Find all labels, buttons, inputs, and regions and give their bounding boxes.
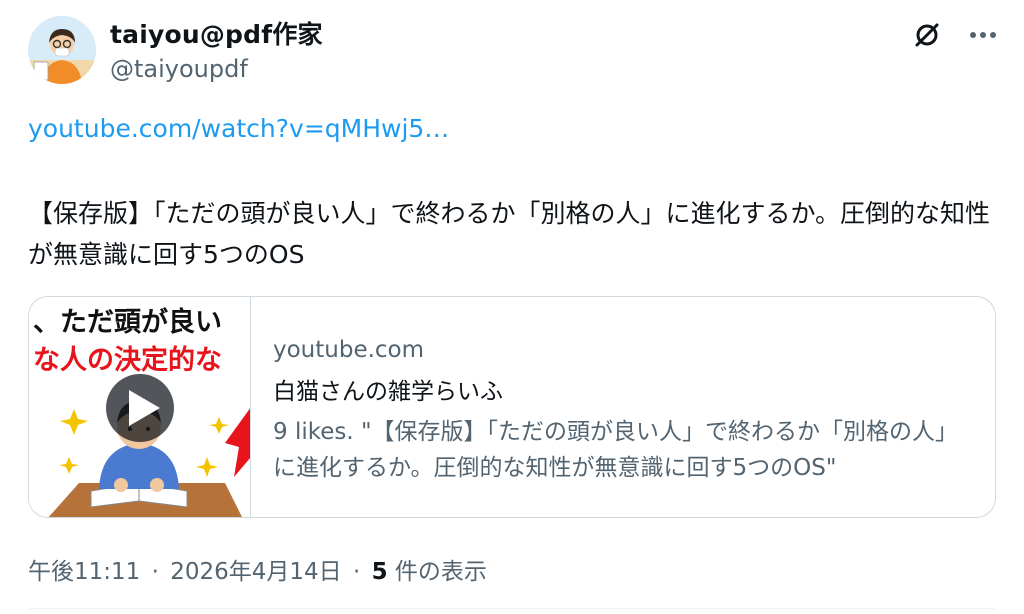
card-info: youtube.com 白猫さんの雑学らいふ 9 likes. "【保存版】「た… — [273, 337, 971, 486]
link-card[interactable]: 、ただ頭が良い な人の決定的な youtube.com 白猫さんの雑学らいふ 9… — [28, 296, 996, 518]
tweet-meta: 午後11:11 · 2026年4月14日 · 5 件の表示 — [28, 552, 487, 586]
display-name[interactable]: taiyou@pdf作家 — [110, 15, 323, 51]
thumbnail-caption-1: 、ただ頭が良い — [33, 306, 222, 338]
tweet: taiyou@pdf作家 @taiyoupdf youtube.com/watc… — [0, 0, 1024, 614]
tweet-text: 【保存版】「ただの頭が良い人」で終わるか「別格の人」に進化するか。圧倒的な知性が… — [28, 199, 991, 269]
thumbnail-caption-2: な人の決定的な — [33, 344, 222, 376]
grok-icon[interactable] — [910, 18, 944, 52]
more-icon[interactable] — [966, 18, 1000, 52]
thumbnail-image: 、ただ頭が良い な人の決定的な — [29, 297, 250, 517]
tweet-actions-top — [910, 18, 1000, 52]
views-label: 件の表示 — [387, 559, 487, 585]
avatar[interactable] — [28, 16, 96, 84]
avatar-illustration — [28, 16, 96, 84]
views-count: 5 — [371, 559, 388, 585]
card-title: 白猫さんの雑学らいふ — [273, 379, 503, 405]
card-thumbnail[interactable]: 、ただ頭が良い な人の決定的な — [29, 297, 251, 517]
tweet-time[interactable]: 午後11:11 — [28, 559, 140, 585]
card-description: 9 likes. "【保存版】「ただの頭が良い人」で終わるか「別格の人」に進化す… — [273, 419, 959, 481]
user-handle[interactable]: @taiyoupdf — [110, 55, 248, 83]
meta-separator: · — [151, 559, 159, 585]
play-icon[interactable] — [106, 374, 174, 442]
divider — [28, 608, 996, 609]
card-domain: youtube.com — [273, 337, 425, 363]
tweet-date[interactable]: 2026年4月14日 — [170, 559, 341, 585]
tweet-link[interactable]: youtube.com/watch?v=qMHwj5… — [28, 114, 449, 143]
meta-separator: · — [352, 559, 361, 585]
